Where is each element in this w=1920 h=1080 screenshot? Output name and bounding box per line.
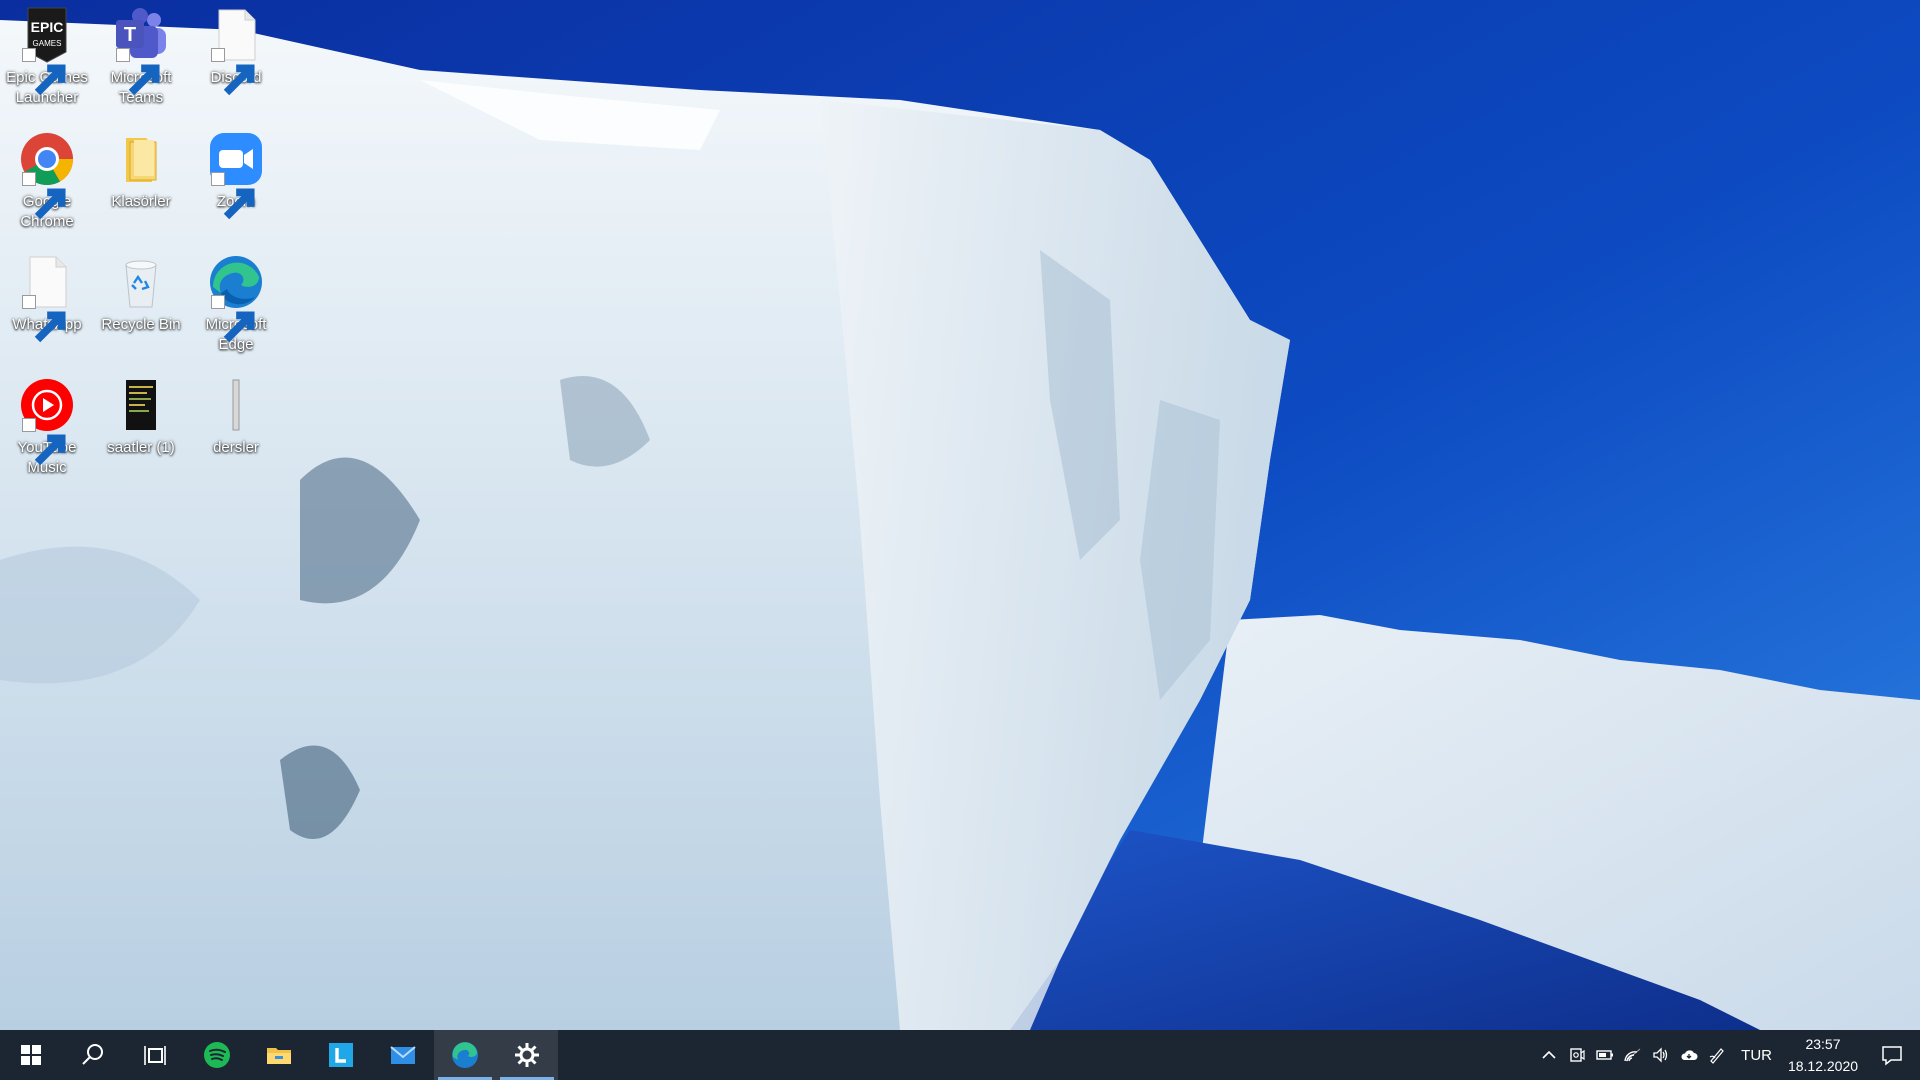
taskbar-settings[interactable]: [496, 1030, 558, 1080]
clock[interactable]: 23:57 18.12.2020: [1782, 1033, 1864, 1077]
taskbar-spotify[interactable]: [186, 1030, 248, 1080]
mail-icon: [390, 1046, 416, 1064]
desktop-icon-label: dersler: [213, 439, 259, 456]
windows-logo-icon: [21, 1045, 41, 1065]
search-icon: [82, 1044, 103, 1065]
shortcut-arrow-icon: [211, 172, 255, 220]
desktop: EPIC GAMES Epic Games Launcher T Microsof…: [0, 0, 1920, 1030]
search-button[interactable]: [62, 1030, 124, 1080]
shortcut-arrow-icon: [22, 172, 66, 220]
tray-battery[interactable]: [1591, 1030, 1619, 1080]
tray-volume[interactable]: [1647, 1030, 1675, 1080]
chrome-icon: [18, 130, 76, 220]
taskbar-mail[interactable]: [372, 1030, 434, 1080]
speaker-icon: [1653, 1047, 1668, 1063]
tray-pen[interactable]: [1703, 1030, 1731, 1080]
desktop-icon-label: saatler (1): [107, 439, 175, 456]
desktop-icon-saatler[interactable]: saatler (1): [95, 370, 187, 488]
desktop-icon-discord[interactable]: Discord: [190, 0, 282, 118]
blank-file-icon: [207, 6, 265, 96]
taskbar-l-app[interactable]: [310, 1030, 372, 1080]
desktop-icon-google-chrome[interactable]: Google Chrome: [1, 124, 93, 242]
start-button[interactable]: [0, 1030, 62, 1080]
webcam-icon: [1570, 1048, 1585, 1062]
desktop-icon-microsoft-teams[interactable]: T Microsoft Teams: [95, 0, 187, 118]
edge-icon: [207, 253, 265, 343]
edge-icon: [452, 1042, 478, 1068]
shortcut-arrow-icon: [211, 48, 255, 96]
svg-text:GAMES: GAMES: [33, 39, 62, 48]
desktop-icon-zoom[interactable]: Zoom: [190, 124, 282, 242]
shortcut-arrow-icon: [22, 295, 66, 343]
notification-icon: [1882, 1046, 1902, 1066]
action-center-button[interactable]: [1864, 1030, 1920, 1080]
epic-games-icon: EPIC GAMES: [18, 6, 76, 96]
language-indicator[interactable]: TUR: [1731, 1047, 1782, 1064]
l-app-icon: [329, 1043, 353, 1067]
system-tray: TUR 23:57 18.12.2020: [1535, 1030, 1920, 1080]
taskbar-file-explorer[interactable]: [248, 1030, 310, 1080]
tray-onedrive[interactable]: [1675, 1030, 1703, 1080]
desktop-icon-microsoft-edge[interactable]: Microsoft Edge: [190, 247, 282, 365]
show-hidden-icons-button[interactable]: [1535, 1030, 1563, 1080]
pen-icon: [1709, 1048, 1724, 1064]
gear-icon: [515, 1043, 539, 1067]
svg-text:T: T: [124, 24, 136, 46]
desktop-icon-klasorler[interactable]: Klasörler: [95, 124, 187, 242]
tray-network[interactable]: [1619, 1030, 1647, 1080]
youtube-music-icon: [18, 376, 76, 466]
desktop-icon-epic-games[interactable]: EPIC GAMES Epic Games Launcher: [1, 0, 93, 118]
desktop-icon-label: Recycle Bin: [101, 316, 181, 333]
shortcut-arrow-icon: [22, 418, 66, 466]
shortcut-arrow-icon: [22, 48, 66, 96]
spotify-icon: [204, 1042, 230, 1068]
blank-file-icon: [18, 253, 76, 343]
task-view-button[interactable]: [124, 1030, 186, 1080]
folder-icon: [112, 130, 170, 188]
taskbar: TUR 23:57 18.12.2020: [0, 1030, 1920, 1080]
desktop-icon-recycle-bin[interactable]: Recycle Bin: [95, 247, 187, 365]
taskbar-edge[interactable]: [434, 1030, 496, 1080]
svg-text:EPIC: EPIC: [31, 19, 64, 35]
desktop-icon-dersler[interactable]: dersler: [190, 370, 282, 488]
cloud-icon: [1681, 1050, 1698, 1060]
desktop-icon-whatsapp[interactable]: WhatsApp: [1, 247, 93, 365]
desktop-icon-youtube-music[interactable]: YouTube Music: [1, 370, 93, 488]
task-view-icon: [144, 1046, 166, 1065]
text-file-icon: [112, 376, 170, 434]
battery-icon: [1596, 1050, 1614, 1060]
desktop-icon-label: Klasörler: [111, 193, 171, 210]
chevron-up-icon: [1542, 1050, 1556, 1059]
clock-date: 18.12.2020: [1787, 1058, 1859, 1074]
zoom-icon: [207, 130, 265, 220]
wallpaper-image: [0, 0, 1920, 1030]
shortcut-arrow-icon: [116, 48, 160, 96]
recycle-bin-icon: [112, 253, 170, 311]
file-icon: [207, 376, 265, 434]
teams-icon: T: [112, 6, 170, 96]
folder-icon: [267, 1048, 291, 1064]
wifi-icon: [1624, 1048, 1641, 1062]
clock-time: 23:57: [1805, 1036, 1841, 1052]
shortcut-arrow-icon: [211, 295, 255, 343]
tray-webcam[interactable]: [1563, 1030, 1591, 1080]
